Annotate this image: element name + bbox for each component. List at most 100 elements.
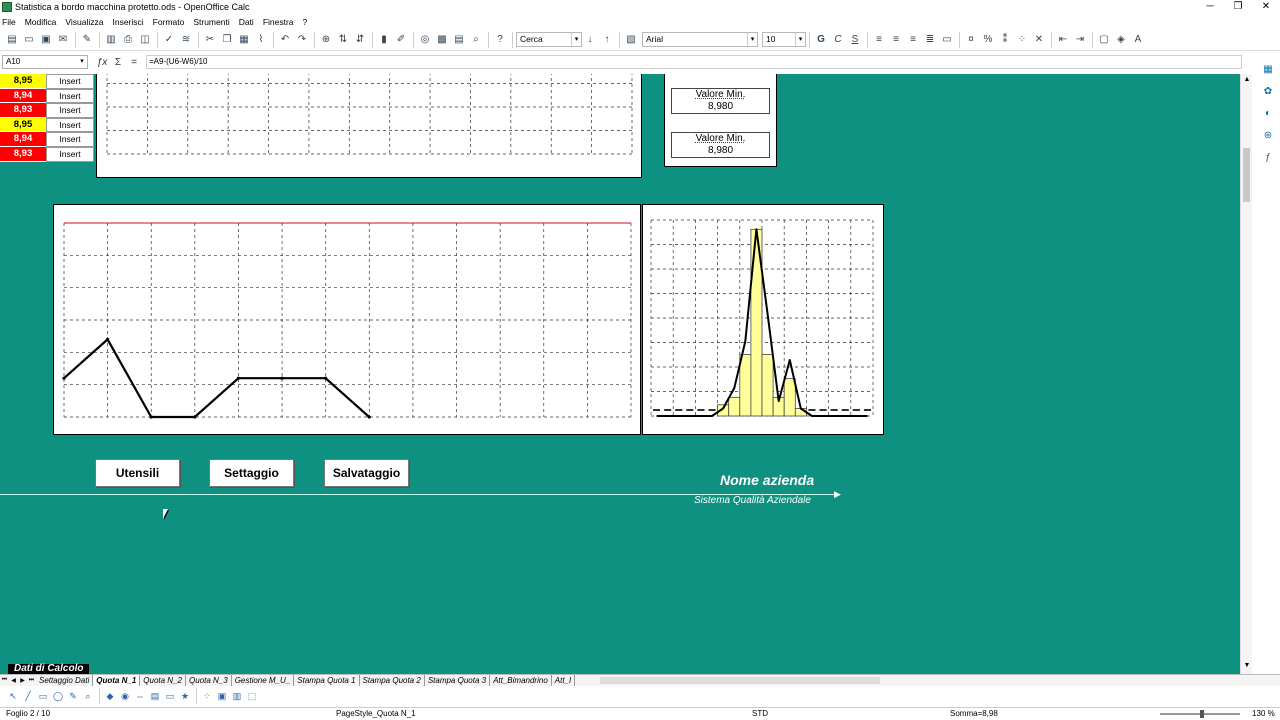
sheet-tab[interactable]: Settaggio Dati: [36, 675, 94, 686]
histogram-chart[interactable]: [642, 204, 884, 435]
chart-icon[interactable]: ▮: [376, 32, 392, 48]
edit-file-icon[interactable]: ✎: [79, 32, 95, 48]
find-next-icon[interactable]: ↓: [582, 32, 598, 48]
decrease-indent-icon[interactable]: ⇤: [1055, 32, 1071, 48]
sheet-tab[interactable]: Gestione M_U_: [232, 675, 295, 686]
select-arrow-icon[interactable]: ↖: [6, 688, 20, 704]
freeform-tool-icon[interactable]: ✎: [66, 688, 80, 704]
close-button[interactable]: ✕: [1252, 0, 1280, 14]
sheet-tab[interactable]: Stampa Quota 3: [425, 675, 491, 686]
menu-help[interactable]: ?: [303, 17, 308, 27]
add-decimal-icon[interactable]: ⁘: [1014, 32, 1030, 48]
line-tool-icon[interactable]: ╱: [21, 688, 35, 704]
new-document-icon[interactable]: ▤: [4, 32, 20, 48]
sheet-tab[interactable]: Quota N_1: [93, 675, 141, 686]
increase-indent-icon[interactable]: ⇥: [1072, 32, 1088, 48]
styles-icon[interactable]: ▧: [623, 32, 639, 48]
open-folder-icon[interactable]: ▭: [21, 32, 37, 48]
font-size-select[interactable]: 10 ▾: [762, 32, 806, 47]
spellcheck-icon[interactable]: ✓: [161, 32, 177, 48]
datasources-icon[interactable]: ▤: [451, 32, 467, 48]
gallery-sidebar-icon[interactable]: ◐: [1260, 106, 1276, 122]
flowchart-icon[interactable]: ▤: [148, 688, 162, 704]
italic-icon[interactable]: C: [830, 32, 846, 48]
export-pdf-icon[interactable]: ▥: [103, 32, 119, 48]
sheet-tab[interactable]: Stampa Quota 1: [294, 675, 360, 686]
navigator-sidebar-icon[interactable]: ⊛: [1260, 128, 1276, 144]
restore-button[interactable]: ❐: [1224, 0, 1252, 14]
settaggio-button[interactable]: Settaggio: [209, 459, 294, 487]
sheet-tab[interactable]: Quota N_3: [186, 675, 232, 686]
control-chart[interactable]: [53, 204, 641, 435]
menu-modifica[interactable]: Modifica: [25, 17, 57, 27]
equals-icon[interactable]: =: [126, 57, 142, 68]
properties-icon[interactable]: ▦: [1260, 62, 1276, 78]
selection-mode[interactable]: STD: [752, 709, 768, 718]
sheet-tab[interactable]: Quota N_2: [140, 675, 186, 686]
background-color-icon[interactable]: ◈: [1113, 32, 1129, 48]
find-previous-icon[interactable]: ↑: [599, 32, 615, 48]
function-wizard-icon[interactable]: ƒx: [94, 57, 110, 68]
formula-input[interactable]: =A9-(U6-W6)/10: [146, 55, 1242, 69]
name-box[interactable]: A10 ▾: [2, 55, 88, 69]
horizontal-scrollbar-thumb[interactable]: [600, 677, 880, 684]
redo-icon[interactable]: ↷: [294, 32, 310, 48]
merge-cells-icon[interactable]: ▭: [939, 32, 955, 48]
help-icon[interactable]: ?: [492, 32, 508, 48]
hyperlink-icon[interactable]: ⊕: [318, 32, 334, 48]
block-arrows-icon[interactable]: ⇔: [133, 688, 147, 704]
zoom-level[interactable]: 130 %: [1252, 709, 1275, 718]
percent-format-icon[interactable]: %: [980, 32, 996, 48]
font-name-select[interactable]: Arial ▾: [642, 32, 758, 47]
scroll-up-icon[interactable]: ▲: [1241, 76, 1253, 86]
menu-formato[interactable]: Formato: [153, 17, 185, 27]
spreadsheet-area[interactable]: 8,95 Insert 8,94 Insert 8,93 Insert 8,95 Insert…: [0, 74, 1240, 662]
underline-icon[interactable]: S: [847, 32, 863, 48]
chevron-down-icon[interactable]: ▾: [77, 56, 87, 68]
insert-button[interactable]: Insert: [46, 146, 94, 162]
zoom-slider[interactable]: [1160, 710, 1240, 718]
fontwork-icon[interactable]: ▣: [215, 688, 229, 704]
functions-sidebar-icon[interactable]: ƒ: [1260, 150, 1276, 166]
copy-icon[interactable]: ❐: [219, 32, 235, 48]
extrusion-icon[interactable]: ⬚: [245, 688, 259, 704]
draw-functions-icon[interactable]: ✐: [393, 32, 409, 48]
scrollbar-thumb[interactable]: [1243, 148, 1250, 202]
insert-button[interactable]: Insert: [46, 74, 94, 89]
rectangle-tool-icon[interactable]: ▭: [36, 688, 50, 704]
navigator-icon[interactable]: ◎: [417, 32, 433, 48]
from-file-icon[interactable]: ▥: [230, 688, 244, 704]
menu-dati[interactable]: Dati: [239, 17, 254, 27]
symbol-shapes-icon[interactable]: ◉: [118, 688, 132, 704]
sort-ascending-icon[interactable]: ⇅: [335, 32, 351, 48]
first-sheet-icon[interactable]: ⏮: [0, 677, 9, 684]
align-center-icon[interactable]: ≡: [888, 32, 904, 48]
search-input[interactable]: Cerca ▾: [516, 32, 582, 47]
chevron-down-icon[interactable]: ▾: [571, 33, 581, 46]
save-icon[interactable]: ▣: [38, 32, 54, 48]
insert-button[interactable]: Insert: [46, 103, 94, 118]
align-left-icon[interactable]: ≡: [871, 32, 887, 48]
sheet-tab[interactable]: Stampa Quota 2: [360, 675, 425, 686]
borders-icon[interactable]: ▢: [1096, 32, 1112, 48]
insert-button[interactable]: Insert: [46, 88, 94, 104]
sheet-tab[interactable]: Att_Bimandrino: [490, 675, 552, 686]
next-sheet-icon[interactable]: ▶: [18, 677, 27, 684]
scroll-down-icon[interactable]: ▼: [1241, 662, 1253, 672]
font-color-icon[interactable]: A: [1130, 32, 1146, 48]
justify-icon[interactable]: ≣: [922, 32, 938, 48]
insert-button[interactable]: Insert: [46, 132, 94, 147]
salvataggio-button[interactable]: Salvataggio: [324, 459, 409, 487]
last-sheet-icon[interactable]: ⏭: [27, 677, 36, 684]
zoom-icon[interactable]: ⌕: [468, 32, 484, 48]
autospell-icon[interactable]: ≋: [178, 32, 194, 48]
print-preview-icon[interactable]: ◫: [137, 32, 153, 48]
callout-tool-icon[interactable]: ⌕: [81, 688, 95, 704]
menu-inserisci[interactable]: Inserisci: [112, 17, 143, 27]
align-right-icon[interactable]: ≡: [905, 32, 921, 48]
format-paintbrush-icon[interactable]: ⌇: [253, 32, 269, 48]
delete-decimal-icon[interactable]: ✕: [1031, 32, 1047, 48]
currency-format-icon[interactable]: ¤: [963, 32, 979, 48]
sum-icon[interactable]: Σ: [110, 57, 126, 68]
menu-visualizza[interactable]: Visualizza: [65, 17, 103, 27]
